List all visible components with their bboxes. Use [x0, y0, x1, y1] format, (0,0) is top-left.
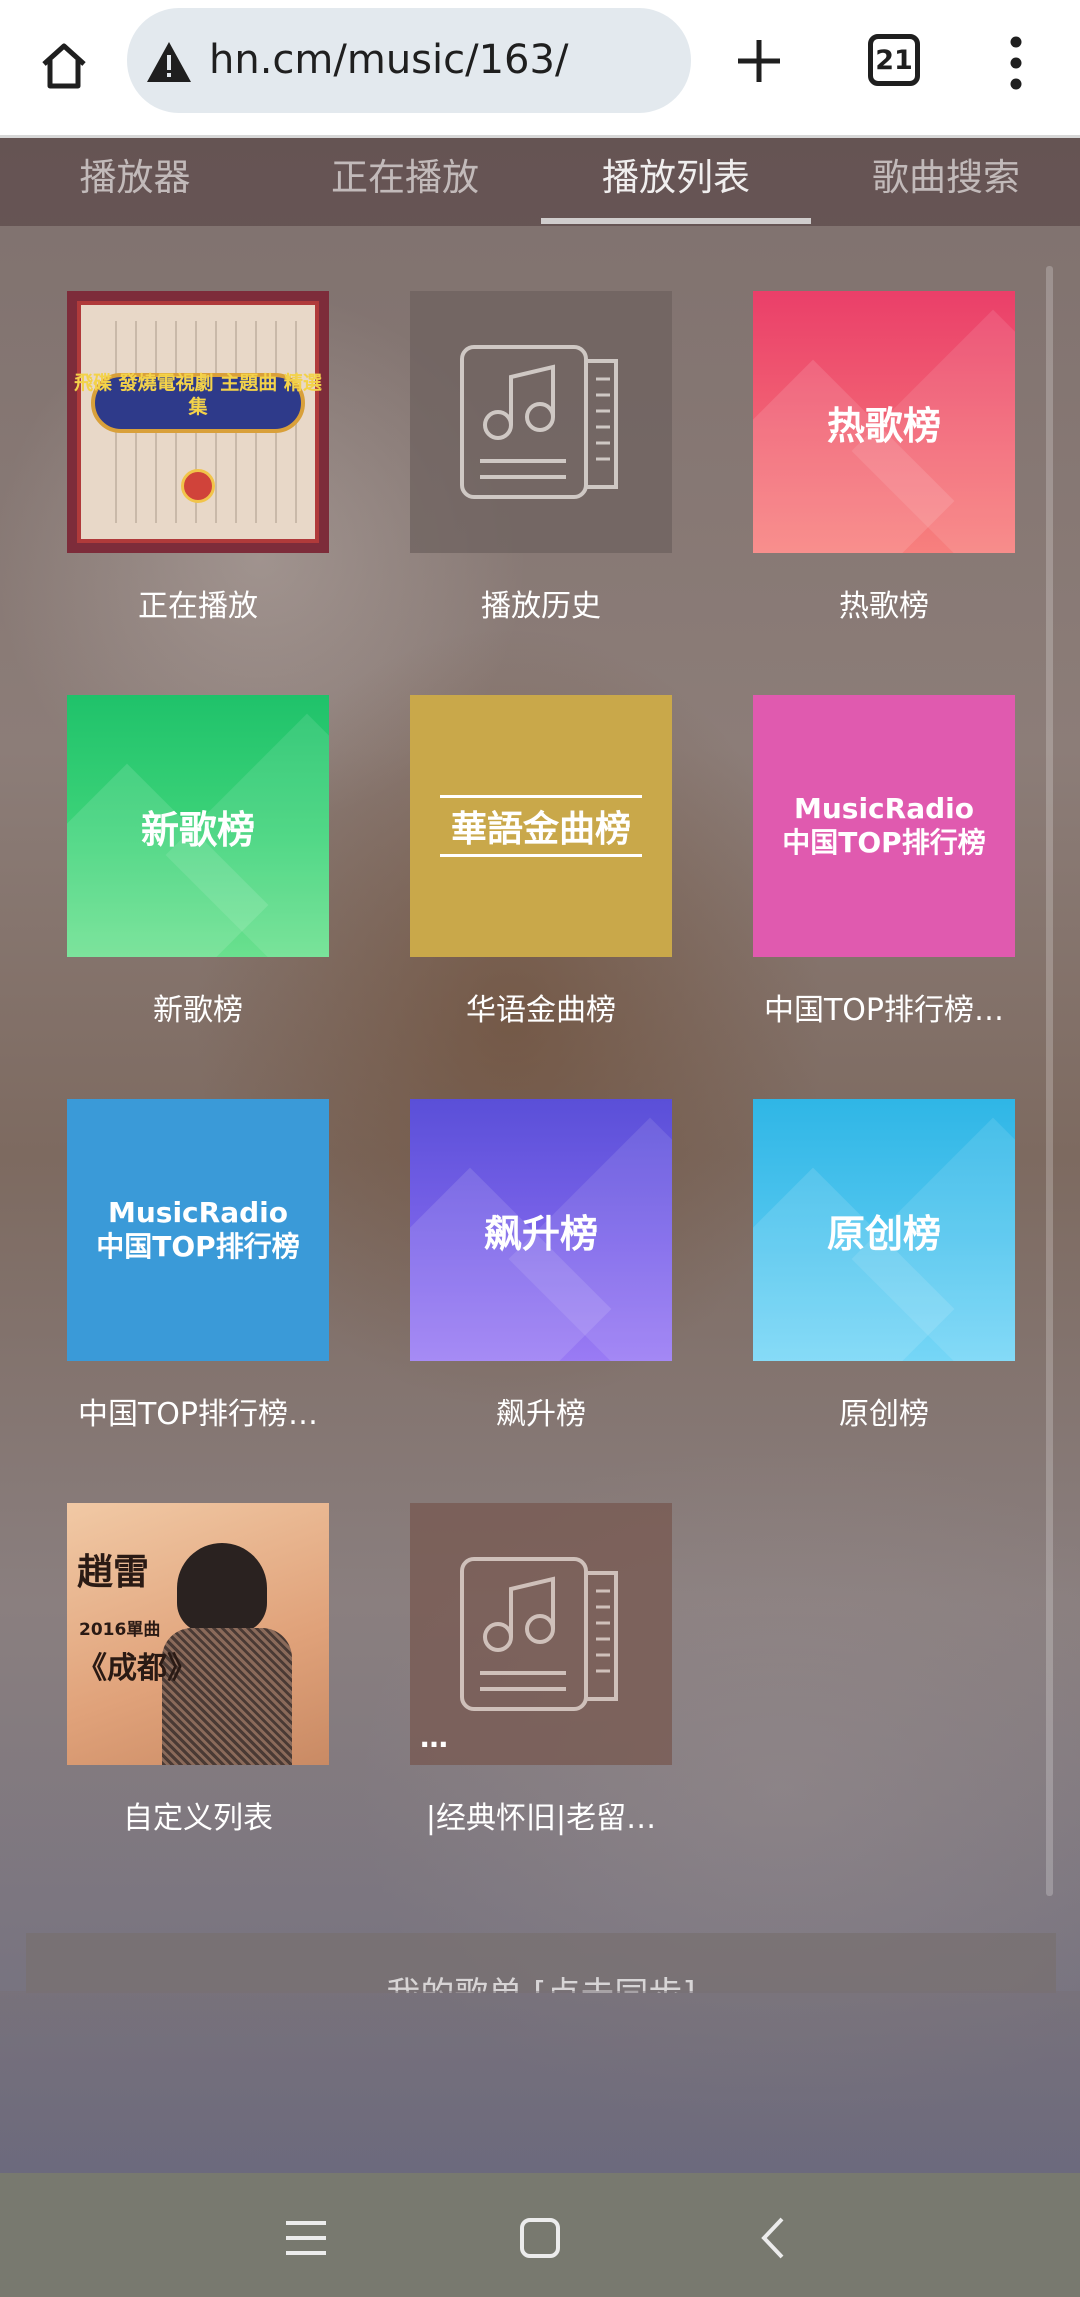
playlist-label: 播放历史	[481, 589, 601, 624]
playlist-label: 正在播放	[138, 589, 258, 624]
cover-brand: MusicRadio	[108, 1196, 288, 1229]
cover-title: 热歌榜	[826, 403, 941, 448]
cover-title: 《成都》	[77, 1651, 197, 1686]
playlist-label: 华语金曲榜	[466, 993, 616, 1028]
classic-list-cover[interactable]: …	[410, 1503, 672, 1765]
cover-brand: MusicRadio	[794, 792, 974, 825]
sync-label: 我的歌单 [点击同步]	[26, 1967, 1056, 1993]
browser-toolbar: hn.cm/music/163/ 21	[0, 0, 1080, 135]
tab-song-search[interactable]: 歌曲搜索	[811, 138, 1080, 226]
more-options-icon[interactable]	[994, 28, 1038, 98]
my-playlists-sync-button[interactable]: 我的歌单 [点击同步]	[26, 1933, 1056, 1993]
tab-player[interactable]: 播放器	[0, 138, 270, 226]
back-icon[interactable]	[744, 2213, 804, 2263]
album-cover[interactable]: 飛碟 發燒電視劇 主題曲 精選集	[67, 291, 329, 553]
cover-subtitle: 2016單曲	[79, 1620, 161, 1640]
cover-title: 飙升榜	[483, 1211, 598, 1256]
home-button-icon[interactable]	[510, 2213, 570, 2263]
new-chart-cover[interactable]: 新歌榜	[67, 695, 329, 957]
music-page: 播放器 正在播放 播放列表 歌曲搜索 飛碟 發燒電視劇 主題曲 精選集 正在播放	[0, 138, 1080, 2297]
playlist-scrollbar[interactable]	[1046, 266, 1053, 1896]
cover-ellipsis: …	[420, 1721, 448, 1754]
history-cover[interactable]	[410, 291, 672, 553]
tab-count: 21	[868, 34, 920, 86]
cover-title: 中国TOP排行榜	[782, 826, 986, 859]
cover-title: 中国TOP排行榜	[96, 1230, 300, 1263]
music-note-icon	[460, 1557, 618, 1711]
tab-playlists[interactable]: 播放列表	[541, 138, 811, 226]
active-tab-indicator	[541, 218, 811, 224]
cover-title: 飛碟 發燒電視劇 主題曲 精選集	[74, 372, 322, 418]
playlist-label: |经典怀旧|老留…	[425, 1801, 657, 1836]
url-text: hn.cm/music/163/	[209, 37, 569, 83]
playlist-label: 热歌榜	[839, 589, 929, 624]
music-note-icon	[460, 345, 618, 499]
custom-list-cover[interactable]: 趙雷 2016單曲 《成都》	[67, 1503, 329, 1765]
cover-artist: 趙雷	[77, 1551, 150, 1593]
tab-switcher-button[interactable]: 21	[862, 28, 928, 94]
cover-title: 華語金曲榜	[450, 808, 631, 850]
china-top-cover[interactable]: MusicRadio 中国TOP排行榜	[753, 695, 1015, 957]
playlist-label: 新歌榜	[153, 993, 243, 1028]
playlist-label: 自定义列表	[123, 1801, 273, 1836]
china-top-cover[interactable]: MusicRadio 中国TOP排行榜	[67, 1099, 329, 1361]
tab-now-playing[interactable]: 正在播放	[270, 138, 540, 226]
playlist-label: 中国TOP排行榜…	[77, 1397, 319, 1432]
playlist-label: 原创榜	[839, 1397, 929, 1432]
soaring-chart-cover[interactable]: 飙升榜	[410, 1099, 672, 1361]
cover-title: 原创榜	[826, 1211, 941, 1256]
system-navigation-bar	[0, 2173, 1080, 2297]
address-bar[interactable]: hn.cm/music/163/	[127, 8, 691, 113]
playlist-label: 中国TOP排行榜…	[763, 993, 1005, 1028]
golden-chart-cover[interactable]: 華語金曲榜	[410, 695, 672, 957]
playlist-label: 飙升榜	[496, 1397, 586, 1432]
hot-chart-cover[interactable]: 热歌榜	[753, 291, 1015, 553]
nav-tabs: 播放器 正在播放 播放列表 歌曲搜索	[0, 138, 1080, 226]
home-icon[interactable]	[28, 30, 100, 102]
recent-apps-icon[interactable]	[276, 2213, 336, 2263]
original-chart-cover[interactable]: 原创榜	[753, 1099, 1015, 1361]
cover-title: 新歌榜	[140, 807, 255, 852]
new-tab-icon[interactable]	[726, 28, 792, 94]
not-secure-warning-icon[interactable]	[145, 38, 193, 86]
